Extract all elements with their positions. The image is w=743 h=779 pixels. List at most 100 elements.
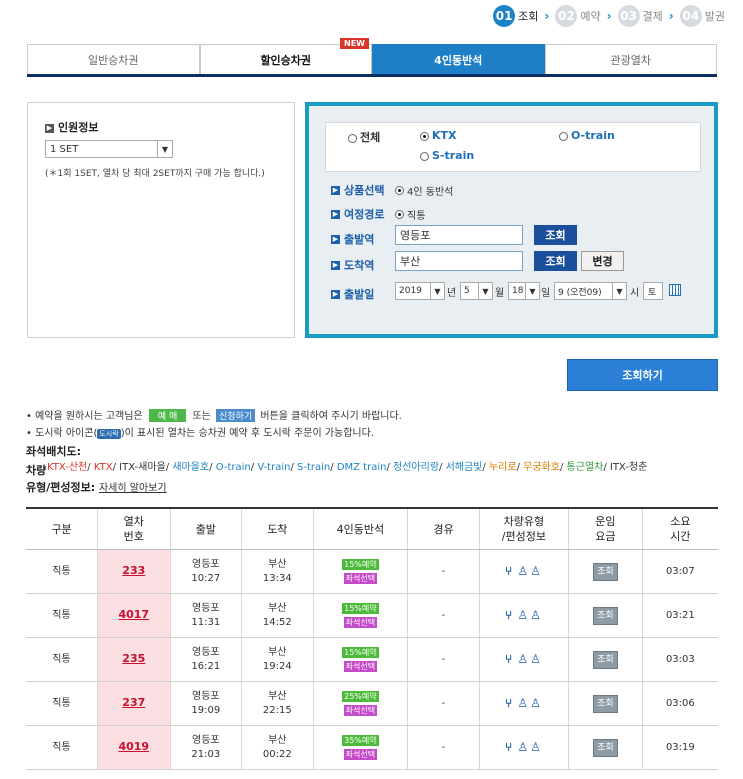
vehicle-link[interactable]: 정선아리랑	[393, 462, 439, 473]
vehicle-link[interactable]: KTX	[94, 462, 113, 473]
product-option[interactable]: 4인 동반석	[395, 183, 453, 198]
radio-s-train[interactable]: S-train	[420, 149, 474, 162]
discount-reserve-button[interactable]: 25%예약	[342, 690, 379, 702]
four-seat-cell: 15%예약좌석선택	[312, 593, 408, 638]
step-number: 02	[555, 5, 578, 27]
arrival-search-button[interactable]: 조회	[534, 251, 577, 271]
train-results-table: 구분 열차 번호 출발 도착 4인동반석 경유 차량유형/편성정보 운임 요금 소요 시간 직통 233…	[26, 507, 718, 770]
seat-layout-icon[interactable]: ⑂	[505, 696, 514, 710]
passenger-info-title: ▶ 인원정보	[45, 119, 98, 135]
note-text: 도시락 아이콘(	[35, 428, 98, 439]
radio-label: S-train	[432, 149, 475, 162]
vehicle-link[interactable]: ITX-새마을	[119, 462, 166, 473]
column-header: 도착	[241, 507, 314, 550]
train-number-link[interactable]: 237	[122, 696, 145, 709]
note-text: 버튼을 클릭하여 주시기 바랍니다.	[260, 411, 402, 422]
seat-layout-icon[interactable]: ⑂	[505, 608, 514, 622]
tab-four-person-seat[interactable]: 4인동반석	[372, 44, 545, 74]
train-number-link[interactable]: 233	[122, 564, 145, 577]
bullet-square-icon: ▶	[331, 260, 340, 270]
seat-select-button[interactable]: 좌석선택	[343, 616, 378, 628]
vehicle-link[interactable]: 무궁화호	[523, 462, 560, 473]
discount-reserve-button[interactable]: 35%예약	[342, 734, 379, 746]
vehicle-links: KTX-산천/ KTX/ ITX-새마을/ 새마을호/ O-train/ V-t…	[47, 458, 727, 473]
seat-layout-icon[interactable]: ⑂	[505, 652, 514, 666]
radio-o-train[interactable]: O-train	[559, 129, 615, 142]
passenger-note: (＊1회 1SET, 열차 당 최대 2SET까지 구매 가능 합니다.)	[45, 169, 265, 179]
passenger-group-icon[interactable]: ♙♙	[517, 564, 543, 578]
type-info-label: 유형/편성정보: 자세히 알아보기	[26, 479, 167, 495]
fare-cell: 조회	[568, 549, 643, 594]
arrival-station-input[interactable]: 부산	[395, 251, 523, 271]
passenger-group-icon[interactable]: ♙♙	[517, 740, 543, 754]
vehicle-link[interactable]: S-train	[297, 462, 330, 473]
type-info-link[interactable]: 자세히 알아보기	[99, 483, 167, 494]
departure-search-button[interactable]: 조회	[534, 225, 577, 245]
tab-tourist-train[interactable]: 관광열차	[544, 44, 717, 74]
fare-lookup-button[interactable]: 조회	[593, 606, 618, 625]
vehicle-link[interactable]: V-train	[257, 462, 290, 473]
discount-reserve-button[interactable]: 15%예약	[342, 602, 379, 614]
seat-layout-icon[interactable]: ⑂	[505, 564, 514, 578]
vehicle-link[interactable]: O-train	[216, 462, 251, 473]
vehicle-link[interactable]: DMZ train	[337, 462, 387, 473]
fare-lookup-button[interactable]: 조회	[593, 562, 618, 581]
day-select[interactable]: 18 ▼	[508, 282, 540, 300]
passenger-group-icon[interactable]: ♙♙	[517, 652, 543, 666]
departure-time: 16:21	[191, 660, 221, 672]
passenger-group-icon[interactable]: ♙♙	[517, 696, 543, 710]
four-seat-cell: 35%예약좌석선택	[312, 725, 408, 770]
fare-lookup-button[interactable]: 조회	[593, 694, 618, 713]
chevron-down-icon: ▼	[157, 141, 172, 157]
departure-time: 11:31	[191, 616, 221, 628]
seat-layout-icon[interactable]: ⑂	[505, 740, 514, 754]
new-badge: NEW	[340, 38, 369, 49]
bullet-square-icon: ▶	[45, 123, 54, 133]
vehicle-label: 차량	[26, 464, 47, 477]
seat-select-button[interactable]: 좌석선택	[343, 748, 378, 760]
passenger-info-label: 인원정보	[58, 121, 99, 134]
year-value: 2019	[399, 286, 422, 296]
month-select[interactable]: 5 ▼	[460, 282, 493, 300]
route-option[interactable]: 직통	[395, 207, 425, 222]
fare-cell: 조회	[568, 593, 643, 638]
vehicle-link[interactable]: 통근열차	[567, 462, 604, 473]
vehicle-link[interactable]: 누리로	[489, 462, 517, 473]
vehicle-link[interactable]: ITX-청춘	[610, 462, 647, 473]
train-number-link[interactable]: 4017	[118, 608, 149, 621]
train-number-cell: 4017	[97, 593, 171, 638]
arrival-cell: 부산 13:34	[241, 549, 314, 594]
seat-select-button[interactable]: 좌석선택	[343, 704, 378, 716]
discount-reserve-button[interactable]: 15%예약	[342, 646, 379, 658]
fare-lookup-button[interactable]: 조회	[593, 650, 618, 669]
radio-label: 전체	[360, 131, 381, 144]
via-cell: -	[407, 637, 480, 682]
seat-select-button[interactable]: 좌석선택	[343, 572, 378, 584]
train-number-link[interactable]: 235	[122, 652, 145, 665]
vehicle-link[interactable]: 새마을호	[172, 462, 209, 473]
discount-reserve-button[interactable]: 15%예약	[342, 558, 379, 570]
hour-select[interactable]: 9 (오전09) ▼	[554, 282, 627, 300]
radio-all[interactable]: 전체	[348, 129, 380, 145]
seat-select-button[interactable]: 좌석선택	[343, 660, 378, 672]
passenger-group-icon[interactable]: ♙♙	[517, 608, 543, 622]
search-form-panel: 전체 KTX O-train S-train ▶ 상품선택 4인 동반석 ▶ 여정경…	[305, 102, 718, 338]
year-select[interactable]: 2019 ▼	[395, 282, 445, 300]
set-count-select[interactable]: 1 SET ▼	[45, 140, 173, 158]
radio-ktx[interactable]: KTX	[420, 129, 457, 142]
fare-lookup-button[interactable]: 조회	[593, 738, 618, 757]
vehicle-link[interactable]: KTX-산천	[47, 462, 87, 473]
vehicle-link[interactable]: 서해금빛	[446, 462, 483, 473]
radio-icon	[348, 133, 357, 143]
train-type-options: 전체 KTX O-train S-train	[325, 122, 701, 172]
swap-stations-button[interactable]: 변경	[581, 251, 624, 271]
departure-station-input[interactable]: 영등포	[395, 225, 523, 245]
radio-icon	[559, 131, 568, 141]
tab-general-ticket[interactable]: 일반승차권	[27, 44, 200, 74]
calendar-icon[interactable]	[669, 284, 681, 296]
date-label-text: 출발일	[344, 288, 375, 301]
passenger-info-panel: ▶ 인원정보 1 SET ▼ (＊1회 1SET, 열차 당 최대 2SET까지 …	[27, 102, 295, 338]
tab-discount-ticket[interactable]: 할인승차권 NEW	[199, 38, 372, 74]
search-submit-button[interactable]: 조회하기	[567, 359, 718, 391]
train-number-link[interactable]: 4019	[118, 740, 149, 753]
